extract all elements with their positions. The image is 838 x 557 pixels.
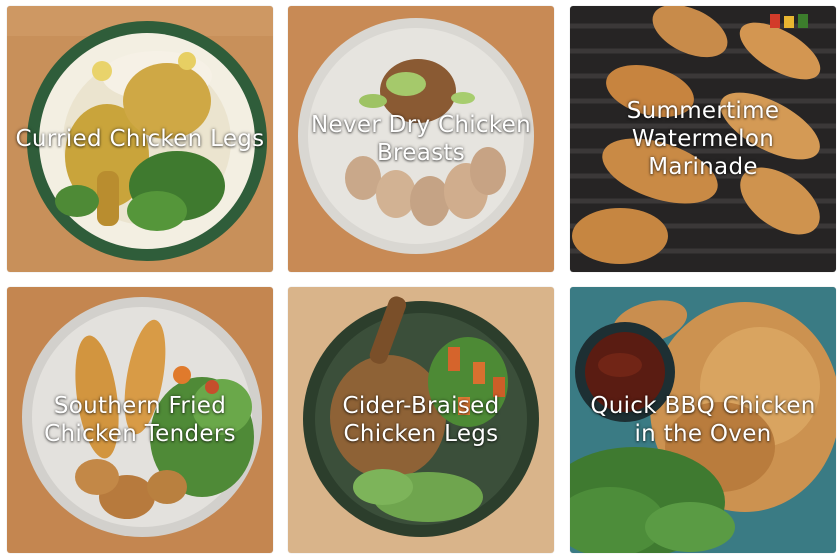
recipe-title: Curried Chicken Legs (15, 126, 265, 152)
recipe-card-quick-bbq-chicken-in-the-oven[interactable]: Quick BBQ Chicken in the Oven (570, 287, 836, 553)
recipe-title: Cider-Braised Chicken Legs (342, 393, 500, 447)
recipe-title: Southern Fried Chicken Tenders (44, 393, 236, 447)
recipe-card-curried-chicken-legs[interactable]: Curried Chicken Legs (7, 6, 273, 272)
recipe-card-southern-fried-chicken-tenders[interactable]: Southern Fried Chicken Tenders (7, 287, 273, 553)
recipe-card-cider-braised-chicken-legs[interactable]: Cider-Braised Chicken Legs (288, 287, 554, 553)
recipe-card-summertime-watermelon-marinade[interactable]: Summertime Watermelon Marinade (570, 6, 836, 272)
recipe-card-never-dry-chicken-breasts[interactable]: Never Dry Chicken Breasts (288, 6, 554, 272)
recipe-title: Never Dry Chicken Breasts (311, 112, 531, 166)
recipe-grid: Curried Chicken Legs Never Dry Chicken B… (0, 0, 838, 557)
recipe-title: Summertime Watermelon Marinade (626, 98, 780, 180)
recipe-title: Quick BBQ Chicken in the Oven (590, 393, 816, 447)
